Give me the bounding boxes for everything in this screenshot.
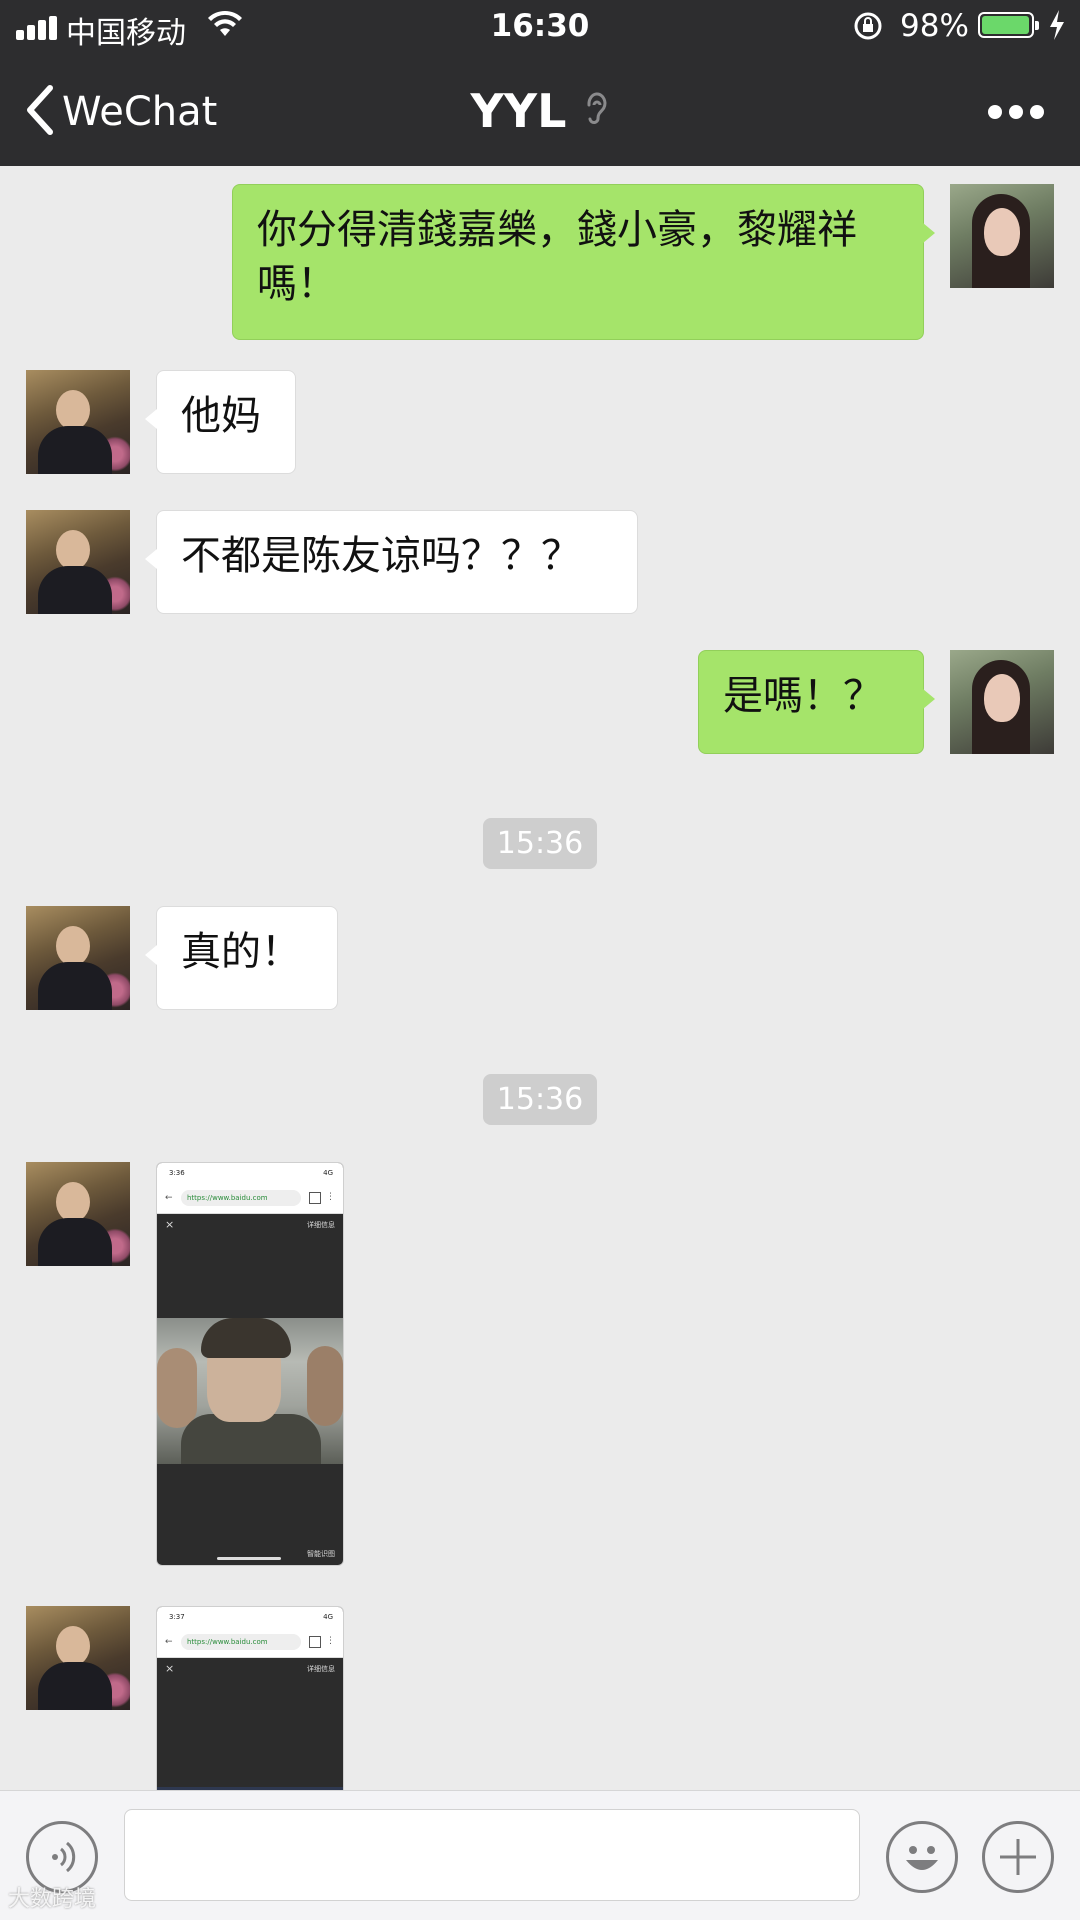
message-row: 3:36 4G ← https://www.baidu.com ⋮ × 详细信息	[0, 1162, 1080, 1566]
screenshot-url-bar: ← https://www.baidu.com ⋮	[157, 1629, 343, 1658]
image-message[interactable]: 3:37 4G ← https://www.baidu.com ⋮ × 详细信息	[156, 1606, 344, 1790]
ear-icon	[584, 91, 610, 131]
screenshot-time: 3:36	[169, 1169, 185, 1177]
watermark: 大数跨境	[8, 1887, 97, 1912]
message-list[interactable]: 你分得清錢嘉樂，錢小豪，黎耀祥嗎！ 他妈 不都是陈友谅吗？？？ 是嗎！？ 15:…	[0, 166, 1080, 1790]
screenshot-url-bar: ← https://www.baidu.com ⋮	[157, 1185, 343, 1214]
man-avatar[interactable]	[26, 1606, 130, 1710]
back-arrow-icon: ←	[165, 1193, 173, 1203]
chat-title: YYL	[470, 84, 567, 138]
screenshot-network: 4G	[323, 1613, 333, 1621]
message-input[interactable]	[124, 1809, 860, 1901]
menu-icon: ⋮	[326, 1192, 335, 1202]
woman-avatar[interactable]	[950, 184, 1054, 288]
screenshot-url: https://www.baidu.com	[187, 1194, 268, 1202]
screenshot-footer-label: 智能识图	[307, 1550, 335, 1558]
screenshot-info: 详细信息	[307, 1221, 335, 1229]
back-arrow-icon: ←	[165, 1637, 173, 1647]
chat-title-area: YYL	[0, 84, 1080, 138]
close-icon: ×	[165, 1662, 175, 1675]
status-bar: 中国移动 16:30 98%	[0, 0, 1080, 54]
timestamp: 15:36	[482, 818, 598, 869]
more-dots-icon[interactable]	[988, 102, 1044, 122]
emoji-icon	[906, 1846, 938, 1870]
timestamp: 15:36	[482, 1074, 598, 1125]
menu-icon: ⋮	[326, 1636, 335, 1646]
message-row: 3:37 4G ← https://www.baidu.com ⋮ × 详细信息	[0, 1606, 1080, 1790]
movie-still-image	[157, 1318, 343, 1464]
man-avatar[interactable]	[26, 370, 130, 474]
message-row: 不都是陈友谅吗？？？	[0, 510, 1080, 616]
nav-bar: WeChat YYL	[0, 54, 1080, 166]
charging-bolt-icon	[1048, 10, 1066, 44]
plus-button[interactable]	[982, 1821, 1054, 1893]
tabs-icon	[309, 1192, 321, 1204]
screenshot-toolbar: × 详细信息	[157, 1658, 343, 1680]
message-row: 真的！	[0, 906, 1080, 1012]
screenshot-time: 3:37	[169, 1613, 185, 1621]
input-bar: 大数跨境	[0, 1790, 1080, 1920]
screenshot-info: 详细信息	[307, 1665, 335, 1673]
woman-avatar[interactable]	[950, 650, 1054, 754]
screenshot-footer: 智能识图	[157, 1543, 343, 1565]
incoming-bubble[interactable]: 不都是陈友谅吗？？？	[145, 510, 638, 614]
screenshot-status-bar: 3:37 4G	[157, 1607, 343, 1629]
message-row: 他妈	[0, 368, 1080, 474]
man-avatar[interactable]	[26, 1162, 130, 1266]
outgoing-bubble[interactable]: 是嗎！？	[698, 650, 935, 754]
screenshot-status-bar: 3:36 4G	[157, 1163, 343, 1185]
screenshot-url: https://www.baidu.com	[187, 1638, 268, 1646]
battery-icon	[978, 12, 1039, 38]
man-avatar[interactable]	[26, 906, 130, 1010]
timestamp-row: 15:36	[0, 1074, 1080, 1125]
top-bar: 中国移动 16:30 98% WeChat YYL	[0, 0, 1080, 166]
screenshot-toolbar: × 详细信息	[157, 1214, 343, 1236]
outgoing-bubble[interactable]: 你分得清錢嘉樂，錢小豪，黎耀祥嗎！	[232, 184, 935, 340]
close-icon: ×	[165, 1218, 175, 1231]
incoming-bubble[interactable]: 他妈	[145, 370, 296, 474]
man-avatar[interactable]	[26, 510, 130, 614]
rotation-lock-icon	[852, 10, 884, 46]
message-row: 是嗎！？	[0, 650, 1080, 756]
battery-percent: 98%	[900, 8, 969, 44]
wechat-chat-screen: 中国移动 16:30 98% WeChat YYL 你分得清錢嘉樂，錢小豪，黎耀…	[0, 0, 1080, 1920]
screenshot-network: 4G	[323, 1169, 333, 1177]
plus-icon	[1000, 1839, 1036, 1875]
incoming-bubble[interactable]: 真的！	[145, 906, 338, 1010]
tabs-icon	[309, 1636, 321, 1648]
emoji-button[interactable]	[886, 1821, 958, 1893]
image-message[interactable]: 3:36 4G ← https://www.baidu.com ⋮ × 详细信息	[156, 1162, 344, 1566]
timestamp-row: 15:36	[0, 818, 1080, 869]
message-row: 你分得清錢嘉樂，錢小豪，黎耀祥嗎！	[0, 174, 1080, 340]
